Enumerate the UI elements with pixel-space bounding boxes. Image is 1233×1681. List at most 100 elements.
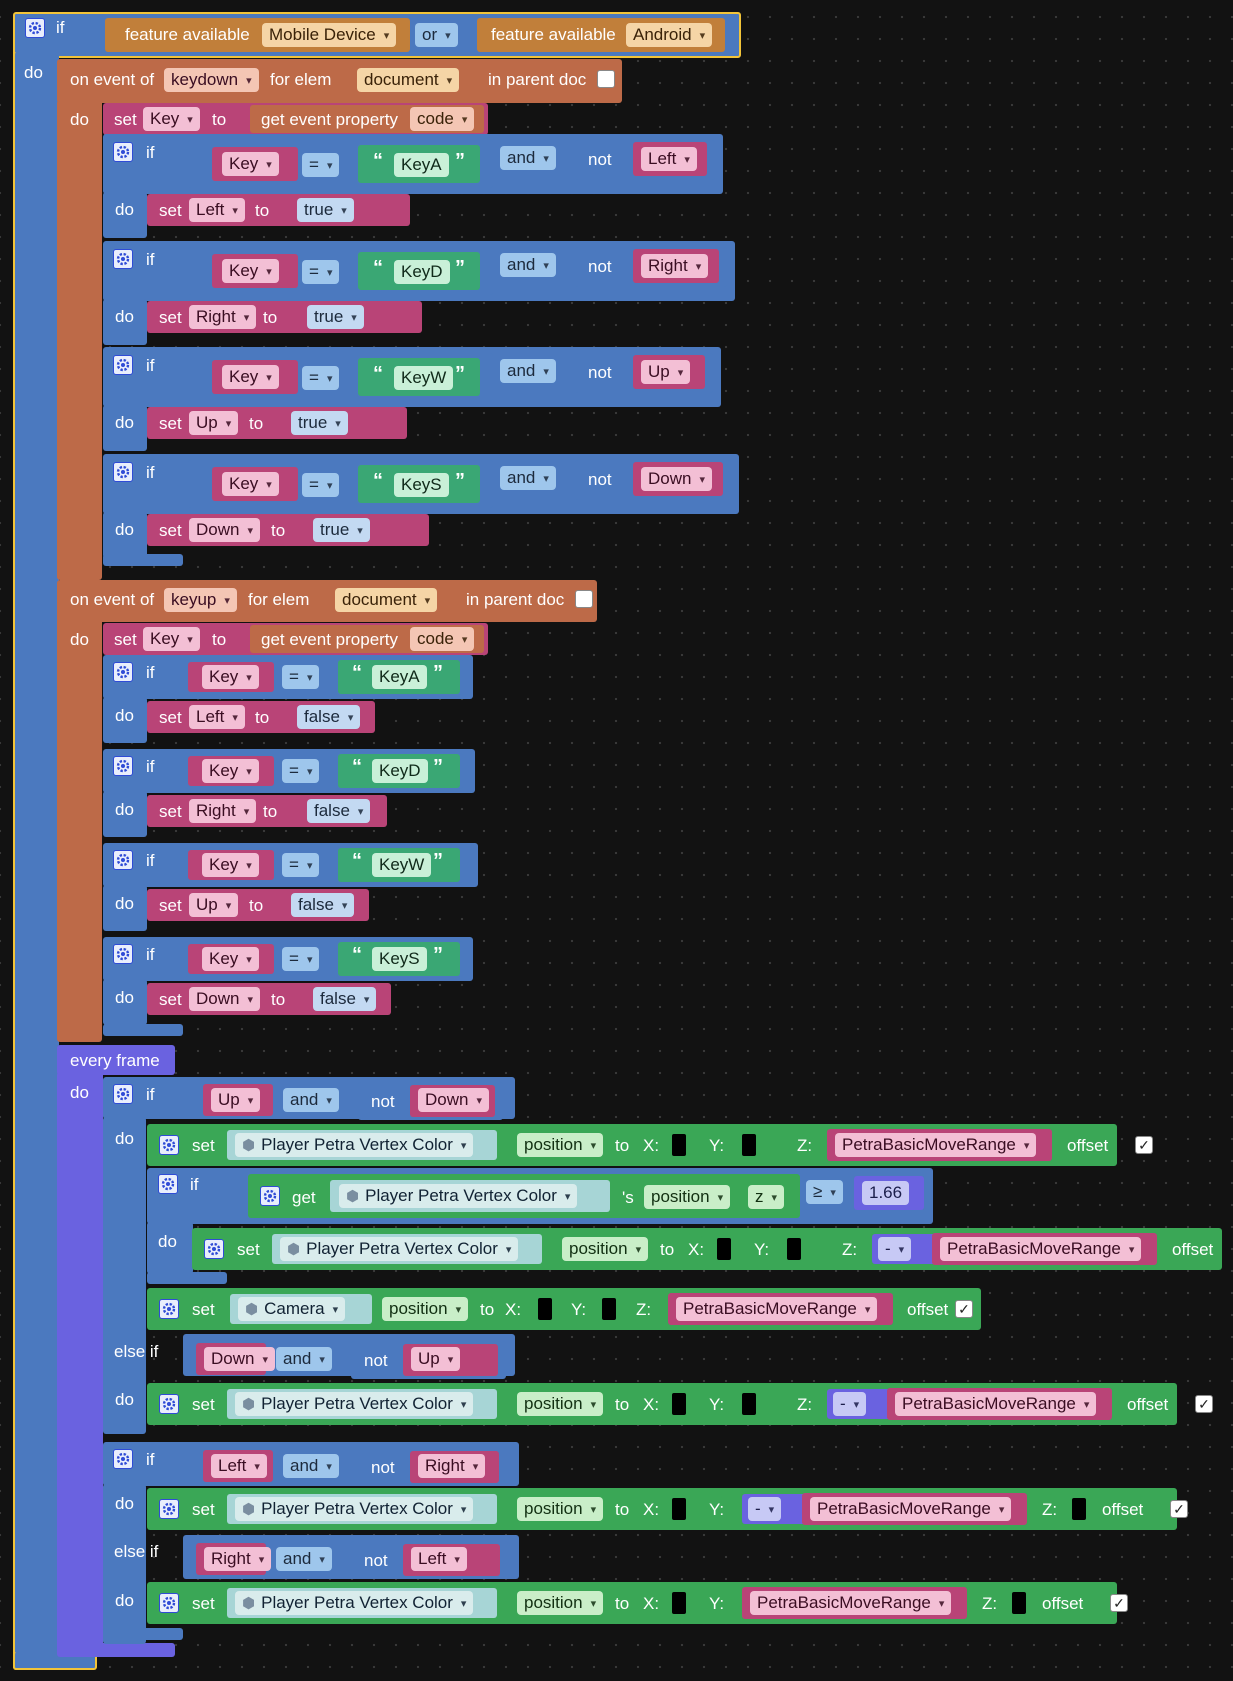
- and-operator-dropdown[interactable]: and: [276, 1547, 332, 1571]
- text-value[interactable]: KeyS: [394, 473, 449, 497]
- compare-operator-dropdown[interactable]: =: [302, 366, 340, 390]
- boolean-dropdown[interactable]: true: [291, 411, 348, 435]
- offset-checkbox[interactable]: ✓: [1170, 1500, 1188, 1518]
- empty-input-slot[interactable]: [742, 1134, 756, 1156]
- empty-input-slot[interactable]: [602, 1298, 616, 1320]
- gear-icon[interactable]: [159, 1135, 179, 1155]
- property-dropdown[interactable]: position: [517, 1497, 604, 1521]
- compare-operator-dropdown[interactable]: =: [302, 153, 340, 177]
- variable-dropdown[interactable]: Left: [189, 198, 245, 222]
- text-value[interactable]: KeyW: [394, 366, 454, 390]
- gear-icon[interactable]: [113, 1084, 133, 1104]
- variable-dropdown[interactable]: Down: [204, 1347, 275, 1371]
- boolean-dropdown[interactable]: true: [297, 198, 354, 222]
- variable-dropdown[interactable]: Key: [202, 665, 259, 689]
- empty-input-slot[interactable]: [1012, 1592, 1026, 1614]
- text-value[interactable]: KeyD: [394, 260, 450, 284]
- gear-icon[interactable]: [113, 142, 133, 162]
- gear-icon[interactable]: [113, 249, 133, 269]
- compare-operator-dropdown[interactable]: =: [282, 665, 320, 689]
- and-operator-dropdown[interactable]: and: [500, 253, 556, 277]
- variable-dropdown[interactable]: Up: [411, 1347, 461, 1371]
- variable-dropdown[interactable]: Up: [189, 411, 239, 435]
- property-dropdown[interactable]: position: [517, 1591, 604, 1615]
- property-dropdown[interactable]: position: [517, 1392, 604, 1416]
- empty-input-slot[interactable]: [1072, 1498, 1086, 1520]
- gear-icon[interactable]: [204, 1239, 224, 1259]
- variable-dropdown[interactable]: PetraBasicMoveRange: [810, 1497, 1012, 1521]
- variable-dropdown[interactable]: PetraBasicMoveRange: [676, 1297, 878, 1321]
- object-dropdown[interactable]: Camera: [238, 1297, 346, 1321]
- empty-input-slot[interactable]: [672, 1134, 686, 1156]
- gear-icon[interactable]: [159, 1593, 179, 1613]
- variable-dropdown[interactable]: Key: [202, 947, 259, 971]
- variable-dropdown[interactable]: Left: [641, 147, 697, 171]
- offset-checkbox[interactable]: ✓: [1135, 1136, 1153, 1154]
- object-dropdown[interactable]: Player Petra Vertex Color: [235, 1133, 474, 1157]
- gear-icon[interactable]: [159, 1394, 179, 1414]
- parent-doc-checkbox[interactable]: [597, 70, 615, 88]
- variable-dropdown[interactable]: Down: [189, 518, 260, 542]
- variable-dropdown[interactable]: Down: [189, 987, 260, 1011]
- number-value[interactable]: 1.66: [862, 1181, 910, 1205]
- variable-dropdown[interactable]: Down: [641, 467, 712, 491]
- and-operator-dropdown[interactable]: and: [283, 1088, 339, 1112]
- gear-icon[interactable]: [113, 944, 133, 964]
- gear-icon[interactable]: [113, 850, 133, 870]
- property-dropdown[interactable]: code: [410, 627, 475, 651]
- gear-icon[interactable]: [113, 662, 133, 682]
- or-operator-dropdown[interactable]: or: [415, 23, 458, 47]
- property-dropdown[interactable]: position: [644, 1185, 731, 1209]
- gear-icon[interactable]: [113, 756, 133, 776]
- empty-input-slot[interactable]: [672, 1498, 686, 1520]
- boolean-dropdown[interactable]: false: [307, 799, 371, 823]
- minus-operator-dropdown[interactable]: -: [878, 1237, 912, 1261]
- variable-dropdown[interactable]: Up: [211, 1088, 261, 1112]
- variable-dropdown[interactable]: Key: [143, 627, 200, 651]
- event-dropdown[interactable]: keyup: [164, 588, 237, 612]
- elem-dropdown[interactable]: document: [357, 68, 460, 92]
- variable-dropdown[interactable]: Left: [211, 1454, 267, 1478]
- variable-dropdown[interactable]: PetraBasicMoveRange: [895, 1392, 1097, 1416]
- boolean-dropdown[interactable]: true: [307, 305, 364, 329]
- object-dropdown[interactable]: Player Petra Vertex Color: [235, 1392, 474, 1416]
- and-operator-dropdown[interactable]: and: [500, 359, 556, 383]
- feature-dropdown[interactable]: Mobile Device: [262, 23, 397, 47]
- variable-dropdown[interactable]: Right: [418, 1454, 486, 1478]
- offset-checkbox[interactable]: ✓: [955, 1300, 973, 1318]
- variable-dropdown[interactable]: Key: [222, 259, 279, 283]
- variable-dropdown[interactable]: PetraBasicMoveRange: [750, 1591, 952, 1615]
- offset-checkbox[interactable]: ✓: [1195, 1395, 1213, 1413]
- property-dropdown[interactable]: code: [410, 107, 475, 131]
- object-dropdown[interactable]: Player Petra Vertex Color: [235, 1591, 474, 1615]
- variable-dropdown[interactable]: Key: [222, 152, 279, 176]
- empty-input-slot[interactable]: [672, 1393, 686, 1415]
- text-value[interactable]: KeyD: [372, 759, 428, 783]
- minus-operator-dropdown[interactable]: -: [833, 1392, 867, 1416]
- compare-operator-dropdown[interactable]: ≥: [806, 1180, 843, 1204]
- compare-operator-dropdown[interactable]: =: [302, 260, 340, 284]
- gear-icon[interactable]: [159, 1299, 179, 1319]
- gear-icon[interactable]: [260, 1186, 280, 1206]
- set-var-block[interactable]: [147, 194, 410, 226]
- minus-operator-dropdown[interactable]: -: [748, 1497, 782, 1521]
- text-value[interactable]: KeyW: [372, 853, 432, 877]
- and-operator-dropdown[interactable]: and: [500, 466, 556, 490]
- variable-dropdown[interactable]: Right: [204, 1547, 272, 1571]
- compare-operator-dropdown[interactable]: =: [282, 853, 320, 877]
- feature-dropdown[interactable]: Android: [626, 23, 713, 47]
- object-dropdown[interactable]: Player Petra Vertex Color: [235, 1497, 474, 1521]
- object-dropdown[interactable]: Player Petra Vertex Color: [280, 1237, 519, 1261]
- variable-dropdown[interactable]: Key: [222, 472, 279, 496]
- variable-dropdown[interactable]: Left: [189, 705, 245, 729]
- variable-dropdown[interactable]: Right: [189, 305, 257, 329]
- property-dropdown[interactable]: position: [562, 1237, 649, 1261]
- boolean-dropdown[interactable]: false: [291, 893, 355, 917]
- and-operator-dropdown[interactable]: and: [283, 1454, 339, 1478]
- text-value[interactable]: KeyS: [372, 947, 427, 971]
- variable-dropdown[interactable]: Key: [202, 853, 259, 877]
- variable-dropdown[interactable]: Key: [143, 107, 200, 131]
- gear-icon[interactable]: [158, 1174, 178, 1194]
- compare-operator-dropdown[interactable]: =: [282, 947, 320, 971]
- empty-input-slot[interactable]: [787, 1238, 801, 1260]
